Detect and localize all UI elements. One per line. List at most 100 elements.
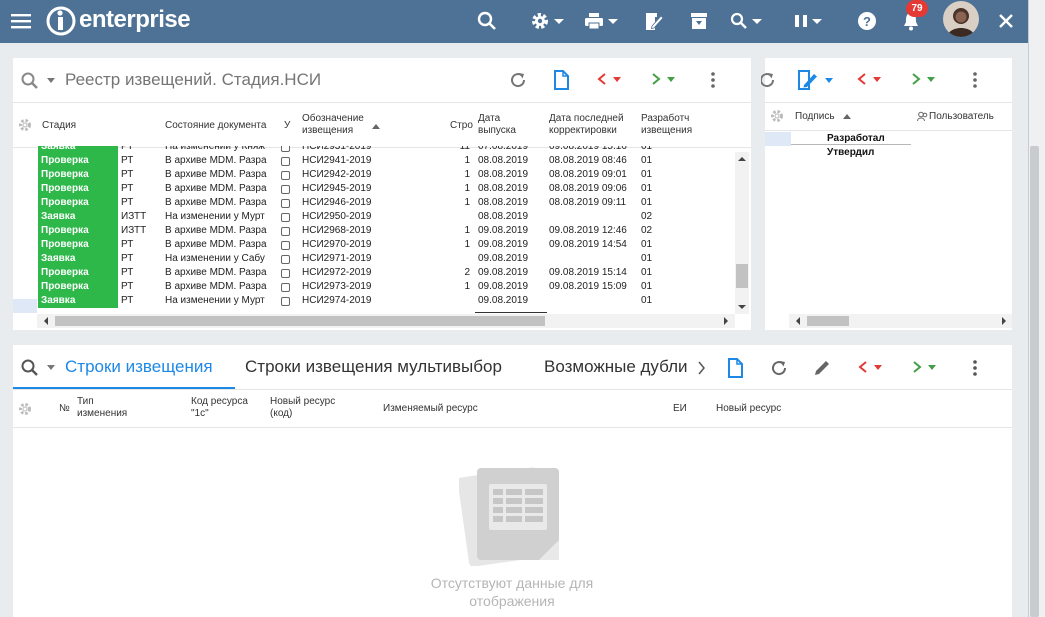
signature-row-developed[interactable]: Разработал: [827, 133, 885, 145]
column-header-u[interactable]: У: [284, 120, 290, 132]
more-options-icon[interactable]: [711, 72, 715, 88]
row-checkbox[interactable]: [281, 157, 290, 166]
grid-settings-gear-icon[interactable]: [18, 402, 32, 416]
scroll-left-icon[interactable]: [41, 314, 51, 328]
archive-button[interactable]: [690, 8, 708, 34]
column-header-developer[interactable]: Разработч извещения: [641, 113, 701, 137]
table-row[interactable]: Проверка РТ В архиве MDM. Разра НСИ2970-201…: [13, 238, 735, 252]
search-options-chevron-icon[interactable]: [47, 365, 55, 370]
column-header-new-resource[interactable]: Новый ресурс: [716, 403, 781, 415]
signature-row-approved[interactable]: Утвердил: [827, 147, 874, 159]
tab-notice-lines[interactable]: Строки извещения: [65, 357, 213, 377]
sort-ascending-icon[interactable]: [843, 114, 851, 119]
previous-button[interactable]: [858, 361, 882, 373]
row-checkbox[interactable]: [281, 199, 290, 208]
pencil-icon[interactable]: [813, 359, 831, 377]
grid-settings-gear-icon[interactable]: [770, 109, 784, 123]
next-button[interactable]: [911, 73, 935, 85]
row-checkbox[interactable]: [281, 213, 290, 222]
page-scrollbar-thumb[interactable]: [1030, 146, 1039, 617]
search-icon: [477, 11, 496, 30]
pause-menu-button[interactable]: [794, 8, 822, 34]
scroll-right-icon[interactable]: [999, 314, 1009, 328]
table-row[interactable]: Заявка ИЗТТ На изменении у Мурт НСИ2950-201…: [13, 210, 735, 224]
table-row[interactable]: Проверка РТ В архиве MDM. Разра НСИ2972-201…: [13, 266, 735, 280]
column-header-document-state[interactable]: Состояние документа: [165, 120, 266, 132]
column-header-new-resource-code[interactable]: Новый ресурс (код): [270, 396, 346, 420]
help-button[interactable]: ?: [857, 8, 877, 34]
column-header-unit[interactable]: ЕИ: [673, 403, 687, 415]
advanced-search-button[interactable]: [730, 8, 762, 34]
column-header-change-type[interactable]: Тип изменения: [77, 396, 133, 420]
signatures-horizontal-scrollbar[interactable]: [789, 314, 1012, 328]
row-checkbox[interactable]: [281, 227, 290, 236]
tabs-scroll-right-icon[interactable]: [697, 361, 705, 375]
table-row[interactable]: Проверка ИЗТТ В архиве MDM. Разра НСИ2968-2…: [13, 224, 735, 238]
grid-settings-gear-icon[interactable]: [18, 118, 32, 132]
table-row[interactable]: Проверка РТ В архиве MDM. Разра НСИ2946-201…: [13, 196, 735, 210]
column-header-designation[interactable]: Обозначение извещения: [302, 113, 372, 137]
column-header-user[interactable]: Пользователь: [929, 111, 994, 123]
row-checkbox[interactable]: [281, 241, 290, 250]
print-menu-button[interactable]: [584, 8, 618, 34]
scroll-right-icon[interactable]: [721, 314, 731, 328]
column-header-lines[interactable]: Стро: [450, 120, 473, 132]
column-header-last-correction[interactable]: Дата последней корректировки: [549, 113, 639, 137]
document-type-cell: РТ: [121, 183, 134, 194]
table-row[interactable]: Заявка РТ На изменении у Сабу НСИ2971-2019 0…: [13, 252, 735, 266]
more-options-icon[interactable]: [973, 72, 977, 88]
table-row[interactable]: Заявка РТ На изменении у Мурт НСИ2974-2019 0…: [13, 294, 735, 308]
row-checkbox[interactable]: [281, 171, 290, 180]
tab-possible-duplicates[interactable]: Возможные дубли: [544, 357, 694, 377]
scroll-down-icon[interactable]: [735, 302, 749, 312]
refresh-icon[interactable]: [770, 359, 788, 377]
column-header-changed-resource[interactable]: Изменяемый ресурс: [383, 403, 478, 415]
search-options-chevron-icon[interactable]: [47, 78, 55, 83]
search-icon[interactable]: [21, 359, 39, 377]
table-row[interactable]: Проверка РТ В архиве MDM. Разра НСИ2973-201…: [13, 280, 735, 294]
search-icon: [730, 12, 747, 29]
scrollbar-thumb[interactable]: [736, 264, 748, 288]
next-button[interactable]: [651, 73, 675, 85]
lines-count-cell: [433, 252, 470, 266]
tab-notice-lines-multiselect[interactable]: Строки извещения мультивыбор: [245, 357, 502, 377]
settings-menu-button[interactable]: [530, 8, 564, 34]
registry-horizontal-scrollbar[interactable]: [37, 314, 735, 328]
column-header-signature[interactable]: Подпись: [795, 111, 835, 123]
edit-signature-button[interactable]: [797, 70, 833, 90]
sort-ascending-icon[interactable]: [372, 124, 380, 129]
row-checkbox[interactable]: [281, 283, 290, 292]
table-row[interactable]: Проверка РТ В архиве MDM. Разра НСИ2945-201…: [13, 182, 735, 196]
new-document-icon[interactable]: [553, 70, 569, 90]
column-header-stage[interactable]: Стадия: [42, 120, 76, 132]
next-button[interactable]: [912, 361, 936, 373]
close-button[interactable]: [998, 8, 1014, 34]
refresh-icon[interactable]: [509, 71, 527, 89]
new-document-icon[interactable]: [727, 358, 743, 378]
row-checkbox[interactable]: [281, 269, 290, 278]
search-icon[interactable]: [21, 72, 39, 90]
row-checkbox[interactable]: [281, 185, 290, 194]
avatar[interactable]: [943, 1, 979, 37]
refresh-icon[interactable]: [761, 71, 777, 89]
scroll-left-icon[interactable]: [793, 314, 803, 328]
more-options-icon[interactable]: [973, 360, 977, 376]
scrollbar-thumb[interactable]: [807, 316, 849, 326]
row-checkbox[interactable]: [281, 297, 290, 306]
scrollbar-thumb[interactable]: [55, 316, 545, 326]
previous-button[interactable]: [857, 73, 881, 85]
scroll-up-icon[interactable]: [735, 154, 749, 164]
column-header-release-date[interactable]: Дата выпуска: [478, 113, 533, 137]
column-header-number[interactable]: №: [59, 403, 70, 415]
table-row[interactable]: Проверка РТ В архиве MDM. Разра НСИ2942-201…: [13, 168, 735, 182]
edit-document-button[interactable]: [644, 8, 664, 34]
table-row[interactable]: Заявка РТ На изменении у Княж НСИ2931-2019 1…: [13, 146, 735, 154]
row-checkbox[interactable]: [281, 146, 290, 152]
registry-vertical-scrollbar[interactable]: [735, 152, 749, 314]
search-button[interactable]: [477, 8, 497, 34]
hamburger-menu-icon[interactable]: [11, 12, 31, 30]
column-header-resource-code[interactable]: Код ресурса "1с": [191, 396, 257, 420]
row-checkbox[interactable]: [281, 255, 290, 264]
previous-button[interactable]: [597, 73, 621, 85]
table-row[interactable]: Проверка РТ В архиве MDM. Разра НСИ2941-201…: [13, 154, 735, 168]
